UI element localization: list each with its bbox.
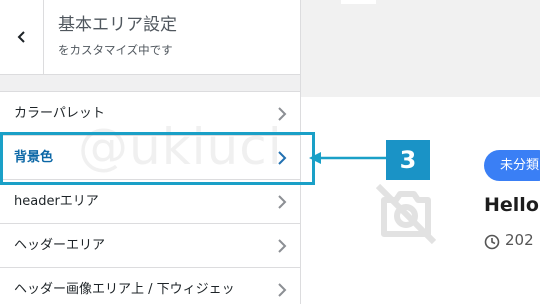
- chevron-right-icon: [278, 239, 287, 253]
- section-subtitle: をカスタマイズ中です: [58, 43, 173, 57]
- chevron-right-icon: [278, 195, 287, 209]
- highlight-box: [0, 132, 315, 185]
- chevron-right-icon: [278, 283, 287, 297]
- menu-item-header-image-widget[interactable]: ヘッダー画像エリア上 / 下ウィジェッ: [0, 267, 300, 304]
- post-title[interactable]: Hello: [484, 194, 539, 216]
- menu-item-header-area-jp[interactable]: ヘッダーエリア: [0, 223, 300, 267]
- clock-icon: [484, 234, 500, 250]
- menu-item-label: ヘッダーエリア: [14, 238, 106, 253]
- back-button[interactable]: [0, 0, 44, 74]
- preview-header-band: [301, 0, 540, 97]
- menu-item-label: ヘッダー画像エリア上 / 下ウィジェッ: [14, 282, 235, 297]
- step-number-badge: 3: [386, 140, 430, 180]
- menu-item-header-area[interactable]: headerエリア: [0, 179, 300, 223]
- post-date: 202: [505, 231, 534, 249]
- preview-divider: [341, 0, 376, 4]
- chevron-left-icon: [17, 31, 25, 43]
- category-badge[interactable]: 未分類: [484, 150, 540, 181]
- menu-item-label: headerエリア: [14, 194, 99, 209]
- section-header: 基本エリア設定 をカスタマイズ中です: [0, 0, 300, 75]
- no-image-icon: [375, 183, 437, 245]
- arrow-left-icon: [309, 152, 389, 164]
- section-title: 基本エリア設定: [58, 15, 177, 35]
